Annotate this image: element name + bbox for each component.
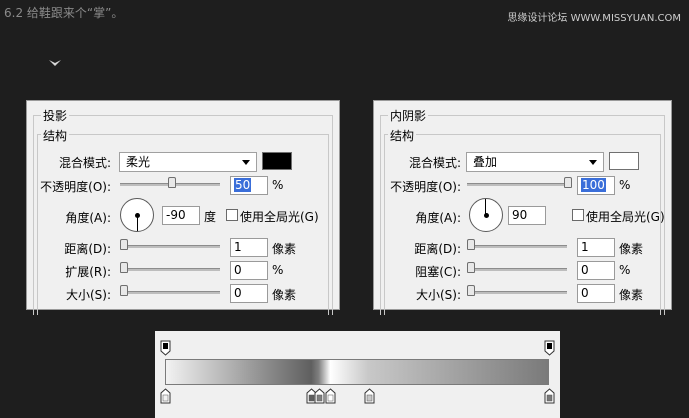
opacity-label: 不透明度(O): bbox=[390, 180, 461, 194]
color-stop-marker[interactable] bbox=[314, 388, 325, 404]
size-value: 0 bbox=[234, 286, 242, 300]
size-input[interactable]: 0 bbox=[230, 284, 268, 303]
shadow-color-swatch[interactable] bbox=[609, 152, 639, 170]
opacity-slider-track[interactable] bbox=[467, 183, 567, 186]
global-light-checkbox[interactable] bbox=[226, 209, 238, 221]
distance-unit: 像素 bbox=[272, 242, 297, 256]
distance-input[interactable]: 1 bbox=[577, 238, 615, 257]
distance-slider-thumb[interactable] bbox=[467, 239, 475, 250]
spread-label: 扩展(R): bbox=[65, 265, 111, 279]
global-light-label: 使用全局光(G) bbox=[586, 210, 665, 224]
global-light-label: 使用全局光(G) bbox=[240, 210, 319, 224]
opacity-input[interactable]: 50 bbox=[230, 176, 268, 195]
distance-input[interactable]: 1 bbox=[230, 238, 268, 257]
distance-slider-track[interactable] bbox=[120, 245, 220, 248]
shadow-color-swatch[interactable] bbox=[262, 152, 292, 170]
distance-label: 距离(D): bbox=[64, 242, 111, 256]
global-light-checkbox[interactable] bbox=[572, 209, 584, 221]
distance-label: 距离(D): bbox=[414, 242, 461, 256]
choke-slider-thumb[interactable] bbox=[467, 262, 475, 273]
inner-shadow-structure-title: 结构 bbox=[388, 127, 417, 144]
distance-value: 1 bbox=[234, 240, 242, 254]
spread-input[interactable]: 0 bbox=[230, 261, 268, 280]
blend-mode-label: 混合模式: bbox=[58, 156, 111, 170]
angle-input[interactable]: 90 bbox=[508, 206, 546, 225]
drop-shadow-structure-title: 结构 bbox=[41, 127, 70, 144]
size-slider-track[interactable] bbox=[467, 291, 567, 294]
site-watermark: 思缘设计论坛 WWW.MISSYUAN.COM bbox=[507, 13, 681, 24]
opacity-slider-thumb[interactable] bbox=[564, 177, 572, 188]
color-stop-marker[interactable] bbox=[160, 388, 171, 404]
angle-dial-center bbox=[135, 213, 140, 218]
choke-unit: % bbox=[619, 263, 631, 277]
size-label: 大小(S): bbox=[415, 288, 461, 302]
angle-dial[interactable] bbox=[469, 198, 503, 232]
angle-dial-center bbox=[484, 213, 489, 218]
choke-value: 0 bbox=[581, 263, 589, 277]
angle-value: 90 bbox=[512, 208, 528, 222]
blend-mode-value: 柔光 bbox=[126, 155, 151, 169]
size-slider-track[interactable] bbox=[120, 291, 220, 294]
opacity-slider-thumb[interactable] bbox=[168, 177, 176, 188]
opacity-value: 100 bbox=[581, 178, 606, 192]
size-value: 0 bbox=[581, 286, 589, 300]
drop-shadow-panel: 投影 结构 混合模式: 柔光 不透明度(O): 50 % 角度(A): -90 … bbox=[26, 100, 340, 315]
blend-mode-select[interactable]: 柔光 bbox=[119, 152, 257, 172]
blend-mode-value: 叠加 bbox=[473, 155, 498, 169]
gradient-preview-bar[interactable] bbox=[165, 359, 549, 385]
distance-unit: 像素 bbox=[619, 242, 644, 256]
gradient-editor bbox=[155, 331, 560, 418]
angle-dial[interactable] bbox=[120, 198, 154, 232]
tutorial-step-title: 6.2 给鞋跟来个“掌”。 bbox=[4, 6, 124, 20]
spread-value: 0 bbox=[234, 263, 242, 277]
drop-shadow-panel-title: 投影 bbox=[41, 107, 70, 124]
distance-slider-thumb[interactable] bbox=[120, 239, 128, 250]
opacity-stop-marker[interactable] bbox=[160, 340, 171, 356]
size-label: 大小(S): bbox=[65, 288, 111, 302]
blend-mode-label: 混合模式: bbox=[408, 156, 461, 170]
opacity-unit: % bbox=[619, 178, 631, 192]
opacity-unit: % bbox=[272, 178, 284, 192]
spread-unit: % bbox=[272, 263, 284, 277]
pointer-cursor-icon bbox=[49, 60, 61, 66]
inner-shadow-panel-title: 内阴影 bbox=[388, 107, 429, 124]
choke-input[interactable]: 0 bbox=[577, 261, 615, 280]
opacity-stop-marker[interactable] bbox=[544, 340, 555, 356]
size-unit: 像素 bbox=[619, 288, 644, 302]
chevron-down-icon bbox=[589, 160, 597, 165]
angle-unit: 度 bbox=[204, 210, 217, 224]
distance-slider-track[interactable] bbox=[467, 245, 567, 248]
size-slider-thumb[interactable] bbox=[467, 285, 475, 296]
angle-label: 角度(A): bbox=[65, 211, 111, 225]
angle-input[interactable]: -90 bbox=[162, 206, 200, 225]
size-slider-thumb[interactable] bbox=[120, 285, 128, 296]
choke-slider-track[interactable] bbox=[467, 268, 567, 271]
choke-label: 阻塞(C): bbox=[415, 265, 461, 279]
opacity-value: 50 bbox=[234, 178, 252, 192]
angle-value: -90 bbox=[166, 208, 186, 222]
distance-value: 1 bbox=[581, 240, 589, 254]
spread-slider-track[interactable] bbox=[120, 268, 220, 271]
size-input[interactable]: 0 bbox=[577, 284, 615, 303]
size-unit: 像素 bbox=[272, 288, 297, 302]
chevron-down-icon bbox=[242, 160, 250, 165]
color-stop-marker[interactable] bbox=[544, 388, 555, 404]
color-stop-marker[interactable] bbox=[364, 388, 375, 404]
opacity-input[interactable]: 100 bbox=[577, 176, 615, 195]
inner-shadow-panel: 内阴影 结构 混合模式: 叠加 不透明度(O): 100 % 角度(A): 90… bbox=[373, 100, 672, 315]
opacity-label: 不透明度(O): bbox=[40, 180, 111, 194]
blend-mode-select[interactable]: 叠加 bbox=[466, 152, 604, 172]
spread-slider-thumb[interactable] bbox=[120, 262, 128, 273]
color-stop-marker[interactable] bbox=[325, 388, 336, 404]
angle-label: 角度(A): bbox=[415, 211, 461, 225]
